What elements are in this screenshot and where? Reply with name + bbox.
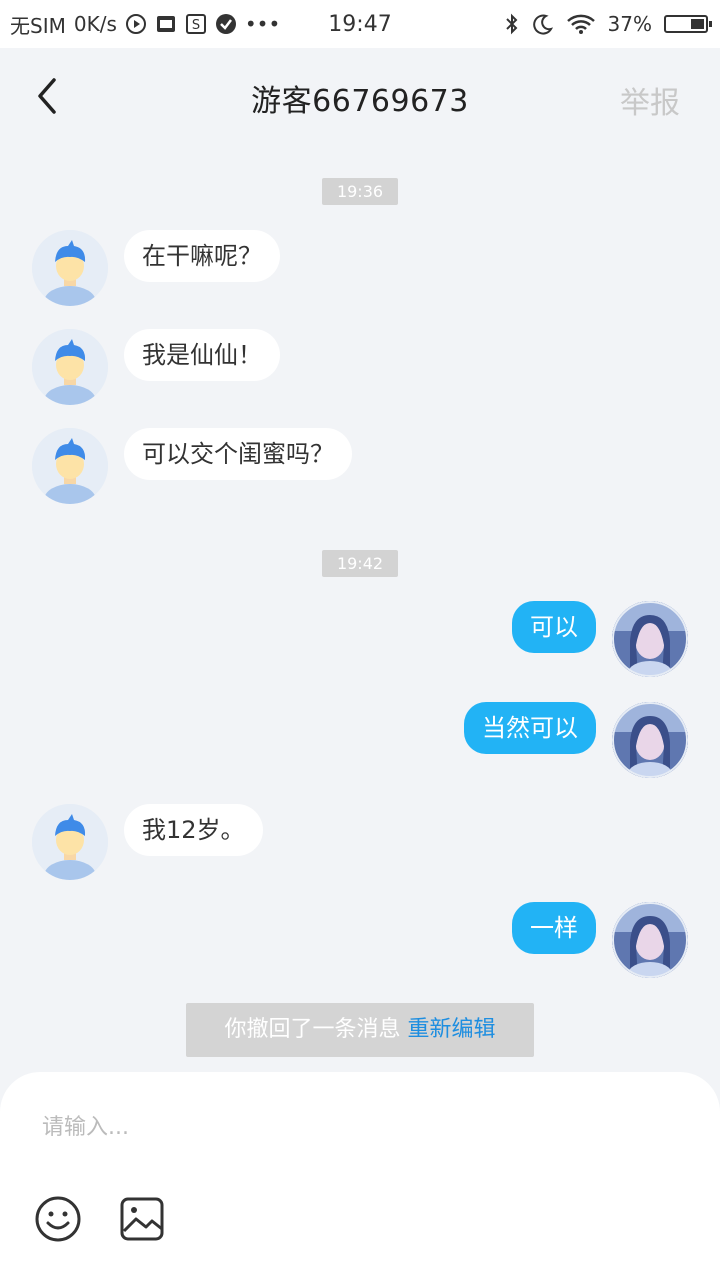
avatar[interactable] (32, 329, 108, 405)
re-edit-link[interactable]: 重新编辑 (408, 1017, 496, 1042)
emoji-button[interactable] (34, 1195, 82, 1243)
battery-percent: 37% (607, 12, 652, 36)
user-avatar-icon (32, 329, 108, 405)
avatar[interactable] (32, 428, 108, 504)
timestamp-chip: 19:36 (322, 178, 398, 205)
message-bubble[interactable]: 在干嘛呢？ (124, 230, 280, 282)
wifi-icon (566, 13, 596, 35)
message-bubble[interactable]: 我是仙仙！ (124, 329, 280, 381)
chat-area: 19:36 在干嘛呢？ 我是仙仙！ 可以交个闺蜜吗？ 19:42 可以 当然可以… (0, 144, 720, 1074)
image-button[interactable] (118, 1195, 166, 1243)
timestamp-chip: 19:42 (322, 550, 398, 577)
message-bubble[interactable]: 我12岁。 (124, 804, 263, 856)
page-title: 游客66769673 (251, 84, 469, 119)
message-row-incoming: 可以交个闺蜜吗？ (0, 428, 720, 504)
avatar[interactable] (612, 702, 688, 778)
status-bar: 无SIM 0K/s S ••• 19:47 37% (0, 0, 720, 48)
bluetooth-icon (504, 12, 520, 36)
image-icon (120, 1197, 164, 1241)
message-bubble[interactable]: 可以交个闺蜜吗？ (124, 428, 352, 480)
user-avatar-icon (32, 230, 108, 306)
message-row-incoming: 我12岁。 (0, 804, 720, 880)
message-row-outgoing: 当然可以 (0, 702, 720, 778)
battery-icon (664, 15, 712, 33)
user-avatar-icon (32, 804, 108, 880)
smiley-icon (35, 1196, 81, 1242)
message-row-outgoing: 可以 (0, 601, 720, 677)
input-panel (0, 1072, 720, 1280)
status-right: 37% (504, 0, 712, 48)
avatar[interactable] (32, 230, 108, 306)
message-row-outgoing: 一样 (0, 902, 720, 978)
avatar[interactable] (32, 804, 108, 880)
recall-notice: 你撤回了一条消息 重新编辑 (186, 1003, 534, 1057)
profile-photo-icon (612, 702, 688, 778)
message-bubble[interactable]: 当然可以 (464, 702, 596, 754)
message-bubble[interactable]: 一样 (512, 902, 596, 954)
message-row-incoming: 我是仙仙！ (0, 329, 720, 405)
user-avatar-icon (32, 428, 108, 504)
message-input[interactable] (40, 1108, 684, 1146)
message-bubble[interactable]: 可以 (512, 601, 596, 653)
message-row-incoming: 在干嘛呢？ (0, 230, 720, 306)
nav-bar: 游客66769673 举报 (0, 48, 720, 144)
profile-photo-icon (612, 902, 688, 978)
battery-fill (691, 19, 704, 29)
profile-photo-icon (612, 601, 688, 677)
recall-text: 你撤回了一条消息 (224, 1017, 401, 1042)
avatar[interactable] (612, 902, 688, 978)
moon-icon (532, 13, 554, 35)
avatar[interactable] (612, 601, 688, 677)
report-button[interactable]: 举报 (620, 78, 680, 122)
